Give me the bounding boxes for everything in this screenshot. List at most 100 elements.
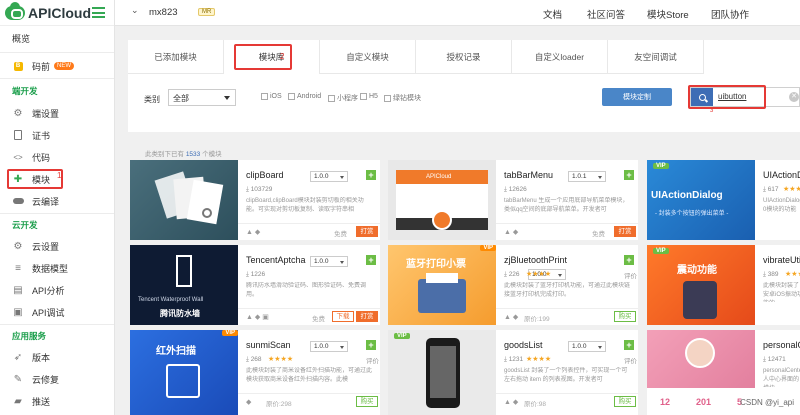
sidebar-item-version[interactable]: ➶ 版本 bbox=[0, 347, 114, 367]
cloud-icon bbox=[12, 195, 24, 207]
sidebar-item-code[interactable]: <> 代码 bbox=[0, 147, 114, 167]
module-price: 免费 bbox=[592, 231, 605, 238]
buy-button[interactable]: 购买 bbox=[356, 396, 378, 407]
module-title[interactable]: clipBoard bbox=[246, 170, 284, 180]
sidebar-item-label: API分析 bbox=[32, 285, 65, 296]
reward-button[interactable]: 打赏 bbox=[356, 311, 378, 322]
sidebar-item-overview[interactable]: 概览 bbox=[0, 28, 114, 48]
menu-toggle-icon[interactable] bbox=[92, 7, 105, 18]
checkbox[interactable] bbox=[384, 94, 391, 102]
sidebar-item-certificate[interactable]: 证书 bbox=[0, 125, 114, 145]
tab-friend-space-debug[interactable]: 友空间调试 bbox=[608, 40, 704, 74]
sidebar-item-api-debug[interactable]: ▣ API调试 bbox=[0, 302, 114, 322]
add-module-button[interactable]: + bbox=[624, 255, 634, 265]
sidebar-item-api-analysis[interactable]: ▤ API分析 bbox=[0, 280, 114, 300]
filter-mini-program[interactable]: 小程序 bbox=[328, 93, 358, 103]
buy-button[interactable]: 购买 bbox=[614, 396, 636, 407]
version-select[interactable]: 1.0.0 bbox=[310, 171, 348, 182]
module-card-zjbluetoothprint[interactable]: VIP 蓝牙打印小票 zjBluetoothPrint 1.0.0 + ⤓ 22… bbox=[388, 245, 638, 325]
module-description: clipBoard,clipBoard模块封装剪切板的相关功能。可实现对剪切板复… bbox=[246, 198, 364, 213]
module-card-tabbarmenu[interactable]: APICloud tabBarMenu 1.0.1 + ⤓ 12626 tabB… bbox=[388, 160, 638, 240]
custom-module-button[interactable]: 模块定制 bbox=[602, 88, 672, 106]
sidebar-item-data-model[interactable]: ≡ 数据模型 bbox=[0, 258, 114, 278]
module-card-sunmiscan[interactable]: VIP 红外扫描 sunmiScan 1.0.0 + ⤓ 268 ★★★★ 评价… bbox=[130, 330, 380, 415]
version-select[interactable]: 1.0.0 bbox=[310, 341, 348, 352]
evaluate-link[interactable]: 评价 bbox=[624, 355, 637, 365]
divider bbox=[0, 78, 114, 79]
module-card-tencentaptcha[interactable]: Tencent Waterproof Wall 腾讯防水墙 TencentApt… bbox=[130, 245, 380, 325]
card-footer: ▲ ◆ 原价:199 购买 bbox=[496, 308, 638, 325]
tab-custom-loader[interactable]: 自定义loader bbox=[512, 40, 608, 74]
module-description: 此模块封装了商米设备红外扫描功能，可通过此模块获取商米设备红外扫描内容。此模 bbox=[246, 368, 373, 383]
card-footer: ▲ ◆ 原价:98 购买 bbox=[496, 393, 638, 410]
tab-auth-records[interactable]: 授权记录 bbox=[416, 40, 512, 74]
buy-button[interactable]: 购买 bbox=[614, 311, 636, 322]
add-module-button[interactable]: + bbox=[624, 170, 634, 180]
category-select[interactable]: 全部 bbox=[168, 89, 236, 106]
module-card-vibrateutil[interactable]: VIP 震动功能 vibrateUti ⤓ 389 ★★★★ 此模块封装了安卓i… bbox=[647, 245, 800, 325]
checkbox[interactable] bbox=[360, 93, 367, 100]
sidebar-item-app-settings[interactable]: ⚙ 端设置 bbox=[0, 103, 114, 123]
vip-badge: VIP bbox=[653, 248, 669, 254]
sidebar-item-label: 代码 bbox=[32, 152, 51, 163]
sidebar-item-cloud-fix[interactable]: ✎ 云修复 bbox=[0, 369, 114, 389]
sidebar-item-label: 端设置 bbox=[32, 108, 60, 119]
brand[interactable]: APICloud bbox=[0, 0, 114, 26]
add-module-button[interactable]: + bbox=[624, 340, 634, 350]
tab-added-modules[interactable]: 已添加模块 bbox=[128, 40, 224, 74]
sidebar-item-cloud-settings[interactable]: ⚙ 云设置 bbox=[0, 236, 114, 256]
module-title[interactable]: zjBluetoothPrint bbox=[504, 255, 567, 265]
annotation-box-search bbox=[688, 85, 766, 109]
module-title[interactable]: sunmiScan bbox=[246, 340, 291, 350]
evaluate-link[interactable]: 评价 bbox=[366, 355, 379, 365]
checkbox-label: 绿钻模块 bbox=[393, 95, 421, 102]
chart-icon: ▤ bbox=[13, 284, 23, 296]
sidebar-item-label: API调试 bbox=[32, 307, 65, 318]
chevron-down-icon[interactable]: ⌄ bbox=[131, 5, 139, 16]
checkbox[interactable] bbox=[288, 93, 295, 100]
sidebar-item-label: 云编译 bbox=[32, 196, 60, 207]
filter-ios[interactable]: iOS bbox=[261, 93, 282, 100]
code-front-icon: B bbox=[12, 60, 24, 72]
sidebar-item-label: 版本 bbox=[32, 352, 51, 363]
version-select[interactable]: 1.0.1 bbox=[568, 171, 606, 182]
reward-button[interactable]: 打赏 bbox=[356, 226, 378, 237]
checkbox[interactable] bbox=[328, 94, 335, 102]
module-title[interactable]: goodsList bbox=[504, 340, 543, 350]
checkbox[interactable] bbox=[261, 93, 268, 100]
module-card-clipboard[interactable]: clipBoard 1.0.0 + ⤓ 103729 clipBoard,cli… bbox=[130, 160, 380, 240]
tab-custom-modules[interactable]: 自定义模块 bbox=[320, 40, 416, 74]
nav-docs[interactable]: 文档 bbox=[543, 7, 562, 21]
version-select[interactable]: 1.0.0 bbox=[568, 341, 606, 352]
reward-button[interactable]: 打赏 bbox=[614, 226, 636, 237]
module-title[interactable]: vibrateUti bbox=[763, 255, 800, 265]
module-title[interactable]: personalCe bbox=[763, 340, 800, 350]
download-button[interactable]: 下载 bbox=[332, 311, 354, 322]
add-module-button[interactable]: + bbox=[366, 255, 376, 265]
download-number: 1226 bbox=[250, 271, 266, 278]
version-select[interactable]: 1.0.0 bbox=[310, 256, 348, 267]
sidebar-item-push[interactable]: ▰ 推送 bbox=[0, 391, 114, 411]
sidebar-item-cloud-compile[interactable]: 云编译 bbox=[0, 191, 114, 211]
magnifier-icon bbox=[202, 208, 212, 218]
evaluate-link[interactable]: 评价 bbox=[624, 270, 637, 280]
filter-h5[interactable]: H5 bbox=[360, 93, 378, 100]
module-card-uiactiondialog[interactable]: VIP UIActionDialog - 封装多个按钮的弹出菜单 - UIAct… bbox=[647, 160, 800, 240]
module-title[interactable]: TencentAptcha bbox=[246, 255, 306, 265]
module-title[interactable]: UIActionDi bbox=[763, 170, 800, 180]
module-title[interactable]: tabBarMenu bbox=[504, 170, 553, 180]
brand-name: APICloud bbox=[28, 4, 91, 21]
filter-android[interactable]: Android bbox=[288, 93, 321, 100]
nav-module-store[interactable]: 模块Store bbox=[647, 7, 689, 21]
module-card-goodslist[interactable]: VIP goodsList 1.0.0 + ⤓ 1231 ★★★★ 评价 goo… bbox=[388, 330, 638, 415]
clear-icon[interactable]: ✕ bbox=[789, 92, 799, 102]
add-module-button[interactable]: + bbox=[366, 340, 376, 350]
filter-green-diamond[interactable]: 绿钻模块 bbox=[384, 93, 421, 103]
sidebar-item-code-front[interactable]: B 码前 NEW bbox=[0, 56, 114, 76]
nav-team[interactable]: 团队协作 bbox=[711, 7, 749, 21]
vip-badge: VIP bbox=[653, 163, 669, 169]
add-module-button[interactable]: + bbox=[366, 170, 376, 180]
art-title: UIActionDialog bbox=[651, 190, 723, 201]
project-name[interactable]: mx823 bbox=[149, 7, 178, 18]
nav-community[interactable]: 社区问答 bbox=[587, 7, 625, 21]
